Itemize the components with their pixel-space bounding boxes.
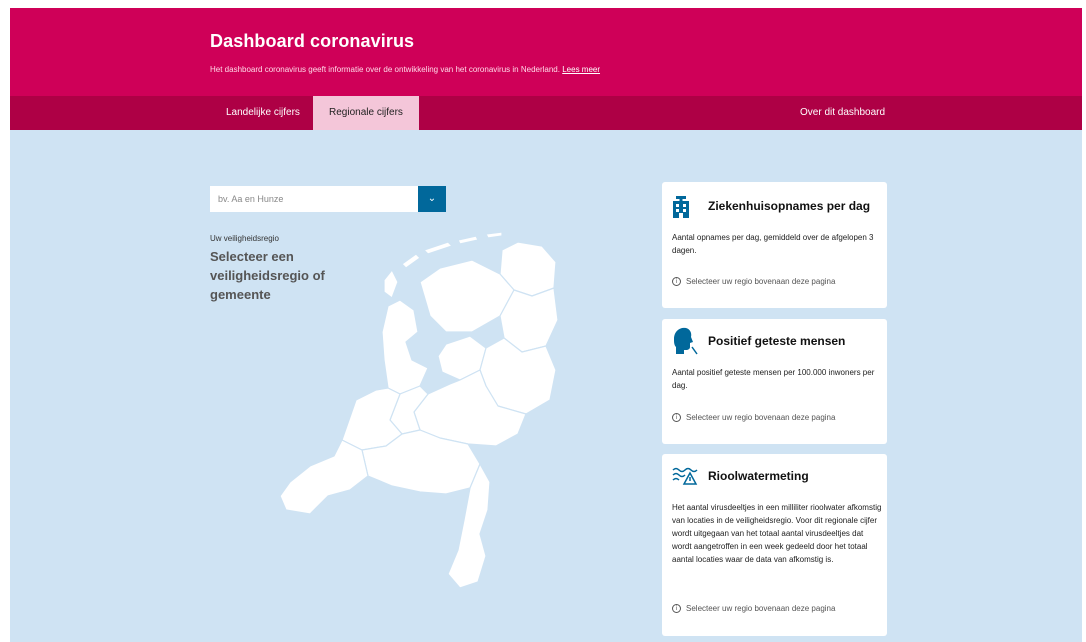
tab-landelijke-cijfers[interactable]: Landelijke cijfers [210,96,316,130]
card-title: Rioolwatermeting [708,469,809,483]
info-icon: i [672,604,681,613]
card-description: Aantal positief geteste mensen per 100.0… [672,368,875,390]
card-hint-text: Selecteer uw regio bovenaan deze pagina [686,277,836,286]
map-island-vlieland [401,253,421,269]
netherlands-map[interactable] [250,220,570,600]
header-intro: Het dashboard coronavirus geeft informat… [210,65,600,74]
card-hospital-admissions: Ziekenhuisopnames per dag Aantal opnames… [662,182,887,308]
region-search-input[interactable] [210,186,446,212]
map-island-terschelling [423,241,453,255]
card-hint: i Selecteer uw regio bovenaan deze pagin… [672,277,835,286]
main-nav: Landelijke cijfers Regionale cijfers Ove… [10,96,1082,130]
tab-regionale-cijfers[interactable]: Regionale cijfers [313,96,419,130]
map-island-texel [383,269,399,299]
card-positive-tests: Positief geteste mensen Aantal positief … [662,319,887,444]
card-hint: i Selecteer uw regio bovenaan deze pagin… [672,413,835,422]
hospital-icon [673,196,689,218]
dashboard-page: Dashboard coronavirus Het dashboard coro… [10,8,1082,642]
map-region-noord-holland [381,299,429,395]
chevron-down-icon: ⌄ [427,193,437,204]
person-coughing-icon [674,327,698,355]
page-header: Dashboard coronavirus Het dashboard coro… [10,8,1082,96]
card-title: Positief geteste mensen [708,334,846,348]
read-more-link[interactable]: Lees meer [562,65,600,74]
card-hint-text: Selecteer uw regio bovenaan deze pagina [686,604,836,613]
card-description: Het aantal virusdeeltjes in een millilit… [672,503,882,564]
card-sewage-water: Rioolwatermeting Het aantal virusdeeltje… [662,454,887,636]
card-hint: i Selecteer uw regio bovenaan deze pagin… [672,604,835,613]
map-region-zeeland [279,439,369,515]
map-island-ameland [457,235,479,245]
map-island-schiermonnikoog [485,231,503,239]
info-icon: i [672,277,681,286]
header-intro-text: Het dashboard coronavirus geeft informat… [210,65,560,74]
info-icon: i [672,413,681,422]
card-description: Aantal opnames per dag, gemiddeld over d… [672,233,874,255]
nav-about-dashboard[interactable]: Over dit dashboard [784,96,901,130]
card-hint-text: Selecteer uw regio bovenaan deze pagina [686,413,836,422]
search-dropdown-button[interactable]: ⌄ [418,186,446,212]
sewage-water-icon [672,467,698,485]
card-title: Ziekenhuisopnames per dag [708,199,871,213]
page-title: Dashboard coronavirus [210,31,415,51]
